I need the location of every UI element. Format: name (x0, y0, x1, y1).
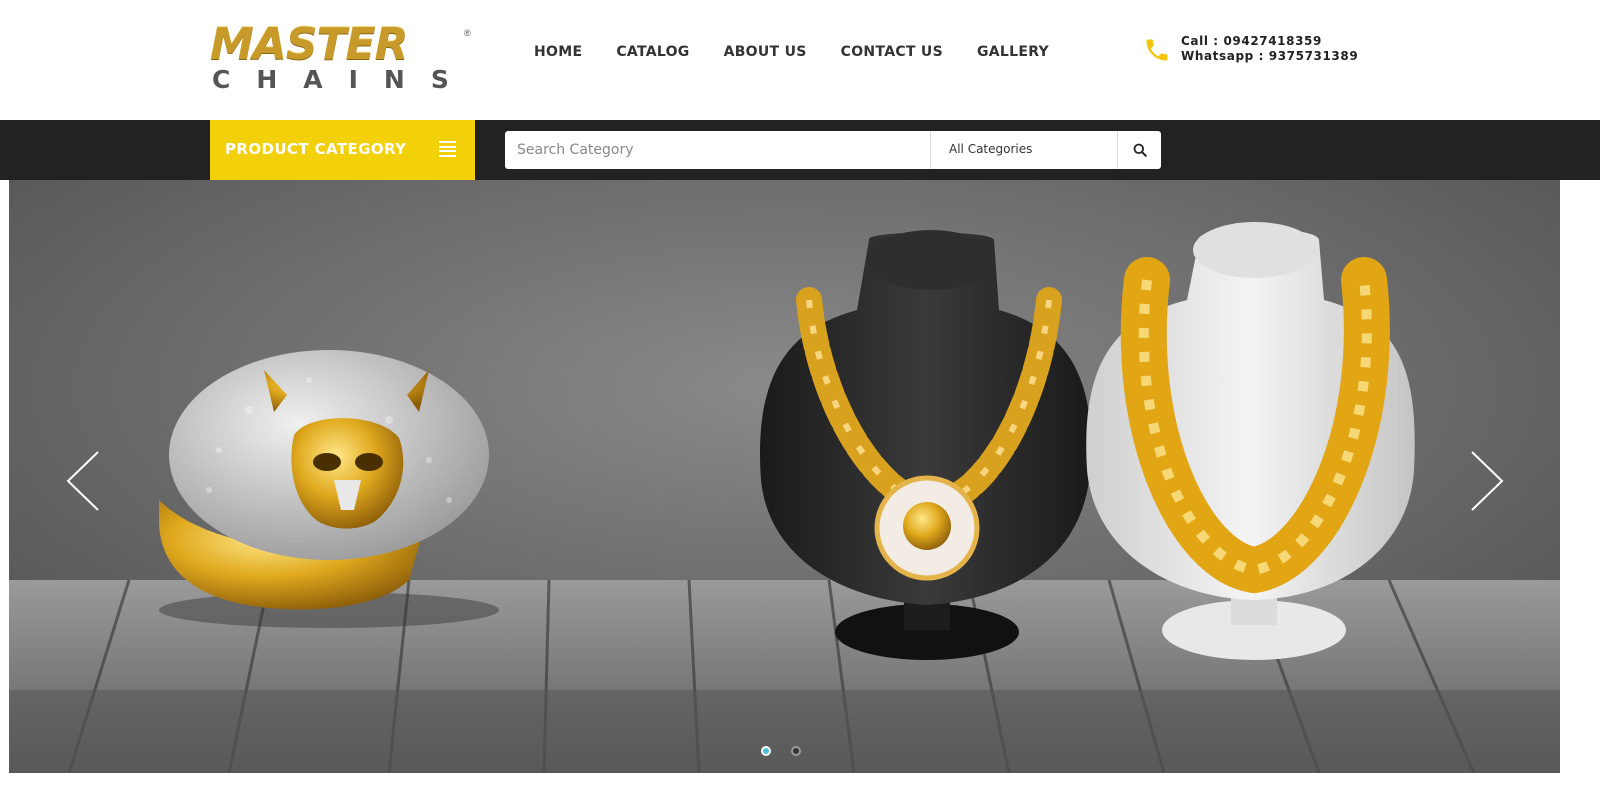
product-category-button[interactable]: PRODUCT CATEGORY (210, 120, 475, 180)
logo-wordmark-master: MASTER (210, 19, 408, 70)
chevron-left-icon[interactable] (65, 450, 101, 512)
search-icon (1133, 143, 1147, 157)
nav-contact-us[interactable]: CONTACT US (841, 44, 943, 60)
category-select[interactable]: All Categories (931, 131, 1117, 169)
search-category-input[interactable] (505, 131, 929, 169)
logo-registered-mark: ® (464, 28, 471, 38)
contact-whatsapp[interactable]: Whatsapp : 9375731389 (1181, 49, 1358, 64)
logo-wordmark-chains: CHAINS (212, 65, 475, 94)
product-category-label: PRODUCT CATEGORY (225, 140, 407, 158)
category-search-form: All Categories (505, 131, 1161, 169)
slide-image (9, 180, 1560, 773)
nav-gallery[interactable]: GALLERY (977, 44, 1049, 60)
nav-home[interactable]: HOME (534, 44, 582, 60)
brand-logo[interactable]: MASTER ® CHAINS (210, 22, 480, 96)
slider-dot-2[interactable] (791, 746, 801, 756)
site-header: MASTER ® CHAINS HOME CATALOG ABOUT US CO… (0, 0, 1600, 120)
main-nav: HOME CATALOG ABOUT US CONTACT US GALLERY (534, 44, 1083, 60)
chevron-right-icon[interactable] (1469, 450, 1505, 512)
menu-icon (439, 141, 456, 157)
contact-call[interactable]: Call : 09427418359 (1181, 34, 1358, 49)
slider-dot-1[interactable] (761, 746, 771, 756)
phone-icon (1146, 39, 1168, 61)
nav-about-us[interactable]: ABOUT US (724, 44, 807, 60)
search-button[interactable] (1118, 131, 1161, 169)
hero-slider (9, 180, 1560, 773)
nav-catalog[interactable]: CATALOG (616, 44, 689, 60)
slider-pagination (761, 746, 801, 756)
